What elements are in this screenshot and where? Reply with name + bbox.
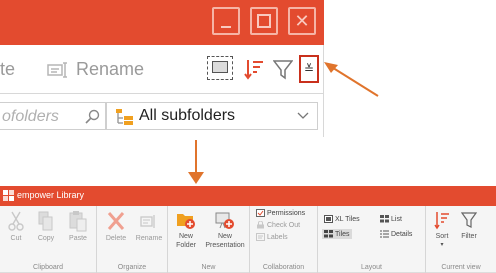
details-icon [380, 230, 389, 238]
labels-label: Labels [267, 233, 288, 241]
minimize-button[interactable] [212, 7, 240, 35]
library-window: empower Library Cut Copy Paste Clipboard… [0, 186, 496, 273]
empower-logo-icon [3, 190, 14, 201]
group-label-collaboration: Collaboration [262, 264, 305, 271]
labels-icon [256, 233, 265, 241]
list-label: List [391, 215, 402, 223]
group-layout: XL Tiles List Tiles Details Layout [318, 206, 426, 273]
xl-tiles-button[interactable]: XL Tiles [324, 215, 360, 223]
sort-button[interactable]: Sort ▾ [430, 210, 454, 250]
new-presentation-label-1: New [217, 233, 232, 240]
view-toggle-button[interactable] [207, 56, 233, 80]
check-out-label: Check Out [267, 221, 301, 229]
scissors-icon [8, 211, 24, 231]
tiles-button[interactable]: Tiles [322, 229, 352, 239]
zoomed-titlebar: ✕ [0, 0, 324, 45]
delete-button-fragment[interactable]: te [0, 59, 15, 80]
ribbon: Cut Copy Paste Clipboard Delete Rename O… [0, 206, 496, 273]
filter-icon[interactable] [273, 58, 293, 80]
new-folder-label-2: Folder [176, 242, 196, 249]
annotated-screenshot: ✕ te Rename ≚ ofolders All subfolders em… [0, 0, 496, 273]
app-title: empower Library [17, 190, 85, 200]
view-icon [212, 61, 228, 73]
close-icon: ✕ [294, 11, 310, 31]
delete-x-icon [107, 212, 125, 230]
zoomed-ribbon-toolbar: te Rename ≚ [0, 45, 324, 93]
permissions-label: Permissions [267, 209, 306, 217]
lock-icon [257, 221, 264, 229]
new-presentation-label-2: Presentation [205, 242, 245, 249]
overflow-chevron-icon: ≚ [303, 62, 315, 76]
paste-label: Paste [69, 235, 87, 242]
sort-label: Sort [435, 233, 449, 240]
paste-icon [69, 211, 87, 232]
group-organize: Delete Rename Organize [97, 206, 168, 273]
zoomed-ribbon-view: ✕ te Rename ≚ ofolders All subfolders [0, 0, 324, 137]
copy-button[interactable]: Copy [33, 210, 59, 243]
tiles-icon [324, 230, 333, 238]
sort-icon [434, 212, 449, 230]
paste-button[interactable]: Paste [64, 210, 92, 243]
subfolders-icon [116, 109, 133, 125]
search-icon[interactable] [84, 109, 100, 125]
scope-dropdown[interactable]: All subfolders [106, 102, 318, 130]
check-out-button[interactable]: Check Out [256, 221, 300, 229]
rename-icon [140, 215, 155, 228]
group-label-clipboard: Clipboard [33, 264, 63, 271]
details-button[interactable]: Details [380, 230, 412, 238]
group-label-new: New [201, 264, 216, 271]
xl-tiles-label: XL Tiles [335, 215, 360, 223]
group-clipboard: Cut Copy Paste Clipboard [0, 206, 97, 273]
app-titlebar: empower Library [0, 186, 496, 206]
rename-button[interactable]: Rename [76, 59, 144, 80]
list-button[interactable]: List [380, 215, 402, 223]
list-icon [380, 215, 389, 223]
delete-button[interactable]: Delete [101, 210, 131, 243]
cut-button[interactable]: Cut [3, 210, 29, 243]
callout-arrow-icon [324, 62, 379, 97]
down-arrow-icon [188, 140, 204, 184]
new-folder-icon [177, 214, 195, 229]
copy-icon [38, 211, 53, 231]
scope-label: All subfolders [139, 107, 236, 124]
filter-label: Filter [461, 233, 477, 240]
group-collaboration: Permissions Check Out Labels Collaborati… [250, 206, 318, 273]
new-folder-label-1: New [178, 233, 193, 240]
group-label-organize: Organize [117, 264, 147, 271]
rename-ribbon-button[interactable]: Rename [133, 210, 165, 243]
new-presentation-icon [215, 212, 234, 229]
group-current-view: Sort ▾ Filter Current view [426, 206, 496, 273]
search-placeholder: ofolders [2, 108, 59, 125]
maximize-button[interactable] [250, 7, 278, 35]
sort-icon[interactable] [244, 58, 264, 80]
permissions-icon [256, 209, 265, 217]
rename-label: Rename [135, 235, 163, 242]
group-label-current-view: Current view [441, 264, 481, 271]
search-input[interactable]: ofolders [0, 102, 106, 130]
copy-label: Copy [37, 235, 55, 242]
permissions-button[interactable]: Permissions [256, 209, 305, 217]
details-label: Details [391, 230, 413, 238]
zoomed-search-row: ofolders All subfolders [0, 93, 324, 137]
minimize-icon [221, 26, 231, 28]
filter-icon [461, 212, 477, 228]
close-button[interactable]: ✕ [288, 7, 316, 35]
tiles-label: Tiles [335, 230, 350, 238]
group-label-layout: Layout [360, 264, 383, 271]
group-new: New Folder New Presentation New [168, 206, 250, 273]
xl-tiles-icon [324, 215, 333, 223]
new-presentation-button[interactable]: New Presentation [202, 210, 248, 250]
chevron-down-icon [297, 112, 309, 119]
labels-button[interactable]: Labels [256, 233, 288, 241]
filter-button[interactable]: Filter [456, 210, 482, 241]
sort-dropdown-icon: ▾ [440, 242, 444, 248]
cut-label: Cut [10, 235, 22, 242]
more-options-button[interactable]: ≚ [299, 55, 319, 83]
maximize-icon [257, 14, 271, 28]
new-folder-button[interactable]: New Folder [171, 210, 201, 250]
delete-label: Delete [105, 235, 127, 242]
rename-icon [47, 62, 67, 78]
